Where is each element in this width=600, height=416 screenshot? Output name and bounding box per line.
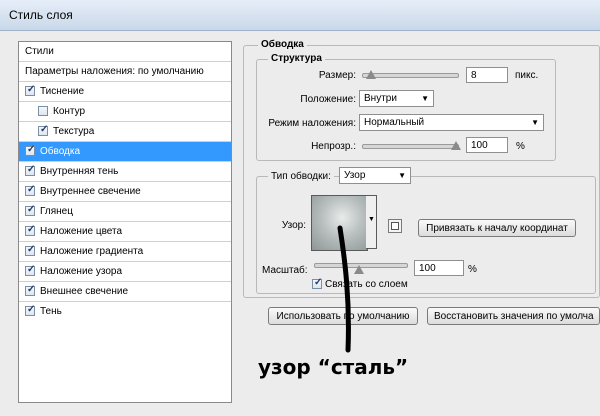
list-item-outer-glow[interactable]: ✓ Внешнее свечение (19, 282, 231, 302)
list-item-color-overlay[interactable]: ✓ Наложение цвета (19, 222, 231, 242)
list-item-stroke[interactable]: ✓ Обводка (19, 142, 231, 162)
scale-slider-thumb[interactable] (354, 265, 364, 274)
checkbox-texture[interactable]: ✓ (38, 124, 48, 136)
opacity-slider[interactable] (362, 144, 459, 149)
list-item-drop-shadow[interactable]: ✓ Тень (19, 302, 231, 322)
link-with-layer-checkbox[interactable]: ✓ (312, 277, 322, 289)
fill-type-value: Узор (344, 170, 366, 181)
list-item-texture[interactable]: ✓ Текстура (19, 122, 231, 142)
checkbox-gradient-overlay[interactable]: ✓ (25, 244, 35, 256)
blend-mode-label: Режим наложения: (268, 118, 356, 129)
scale-label: Масштаб: (262, 265, 308, 276)
fill-type-label: Тип обводки: (268, 171, 334, 182)
checkbox-contour[interactable] (38, 106, 48, 116)
list-item-bevel[interactable]: ✓ Тиснение (19, 82, 231, 102)
window-title: Стиль слоя (9, 8, 73, 22)
pattern-swatch[interactable] (311, 195, 368, 251)
checkbox-stroke[interactable]: ✓ (25, 144, 35, 156)
checkbox-color-overlay[interactable]: ✓ (25, 224, 35, 236)
position-value: Внутри (364, 93, 397, 104)
new-preset-icon[interactable] (388, 219, 402, 233)
opacity-slider-thumb[interactable] (451, 141, 461, 150)
position-label: Положение: (300, 94, 356, 105)
checkbox-outer-glow[interactable]: ✓ (25, 284, 35, 296)
fill-type-select[interactable]: Узор ▼ (339, 167, 411, 184)
list-item-blend-options[interactable]: Параметры наложения: по умолчанию (19, 62, 231, 82)
checkbox-inner-shadow[interactable]: ✓ (25, 164, 35, 176)
scale-input[interactable]: 100 (414, 260, 464, 276)
scale-unit: % (468, 264, 477, 275)
size-slider[interactable] (362, 73, 459, 78)
title-bar: Стиль слоя (0, 0, 600, 31)
list-item-inner-shadow[interactable]: ✓ Внутренняя тень (19, 162, 231, 182)
reset-default-button[interactable]: Восстановить значения по умолча (427, 307, 600, 325)
pattern-picker-button[interactable]: ▼ (366, 195, 377, 249)
list-item-inner-glow[interactable]: ✓ Внутреннее свечение (19, 182, 231, 202)
checkbox-inner-glow[interactable]: ✓ (25, 184, 35, 196)
chevron-down-icon: ▼ (531, 118, 539, 127)
size-label: Размер: (318, 70, 356, 81)
make-default-button[interactable]: Использовать по умолчанию (268, 307, 418, 325)
snap-to-origin-button[interactable]: Привязать к началу координат (418, 219, 576, 237)
checkbox-drop-shadow[interactable]: ✓ (25, 304, 35, 316)
chevron-down-icon: ▼ (398, 171, 406, 180)
blend-mode-select[interactable]: Нормальный ▼ (359, 114, 544, 131)
stroke-section-title: Обводка (258, 39, 307, 50)
position-select[interactable]: Внутри ▼ (359, 90, 434, 107)
list-item-contour[interactable]: Контур (19, 102, 231, 122)
chevron-down-icon: ▼ (368, 216, 375, 223)
size-unit: пикс. (515, 70, 539, 81)
checkbox-satin[interactable]: ✓ (25, 204, 35, 216)
opacity-input[interactable]: 100 (466, 137, 508, 153)
styles-list: Стили Параметры наложения: по умолчанию … (18, 41, 232, 403)
size-input[interactable]: 8 (466, 67, 508, 83)
annotation-text: узор “сталь” (258, 355, 409, 379)
blend-mode-value: Нормальный (364, 117, 425, 128)
list-item-pattern-overlay[interactable]: ✓ Наложение узора (19, 262, 231, 282)
pattern-label: Узор: (281, 220, 306, 231)
checkbox-pattern-overlay[interactable]: ✓ (25, 264, 35, 276)
chevron-down-icon: ▼ (421, 94, 429, 103)
opacity-label: Непрозр.: (311, 141, 356, 152)
structure-title: Структура (268, 53, 325, 64)
list-item-gradient-overlay[interactable]: ✓ Наложение градиента (19, 242, 231, 262)
list-item-satin[interactable]: ✓ Глянец (19, 202, 231, 222)
styles-header[interactable]: Стили (19, 42, 231, 62)
link-with-layer-label: Связать со слоем (325, 279, 408, 290)
opacity-unit: % (516, 141, 525, 152)
size-slider-thumb[interactable] (366, 70, 376, 79)
checkbox-bevel[interactable]: ✓ (25, 84, 35, 96)
